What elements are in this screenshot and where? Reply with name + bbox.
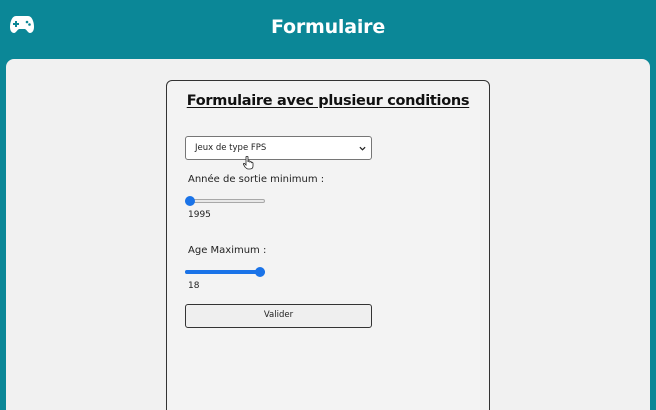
- max-age-value: 18: [188, 281, 200, 291]
- slider-track: [185, 199, 265, 203]
- page: Formulaire Formulaire avec plusieur cond…: [0, 0, 656, 410]
- slider-fill: [185, 270, 265, 274]
- mouse-cursor-icon: [243, 156, 254, 170]
- slider-thumb[interactable]: [255, 267, 265, 277]
- slider-thumb[interactable]: [185, 196, 195, 206]
- submit-button[interactable]: Valider: [185, 304, 372, 328]
- chevron-down-icon: [359, 146, 366, 151]
- page-title: Formulaire: [270, 16, 386, 38]
- min-year-label: Année de sortie minimum :: [188, 174, 325, 185]
- form-card: Formulaire avec plusieur conditions Jeux…: [166, 80, 490, 410]
- max-age-slider[interactable]: [185, 266, 265, 278]
- form-title: Formulaire avec plusieur conditions: [186, 93, 470, 109]
- max-age-label: Age Maximum :: [188, 245, 267, 256]
- genre-select[interactable]: Jeux de type FPS: [185, 136, 372, 160]
- min-year-slider[interactable]: [185, 195, 265, 207]
- header-bar: Formulaire: [0, 0, 656, 58]
- genre-select-value: Jeux de type FPS: [195, 143, 267, 153]
- min-year-value: 1995: [188, 210, 211, 220]
